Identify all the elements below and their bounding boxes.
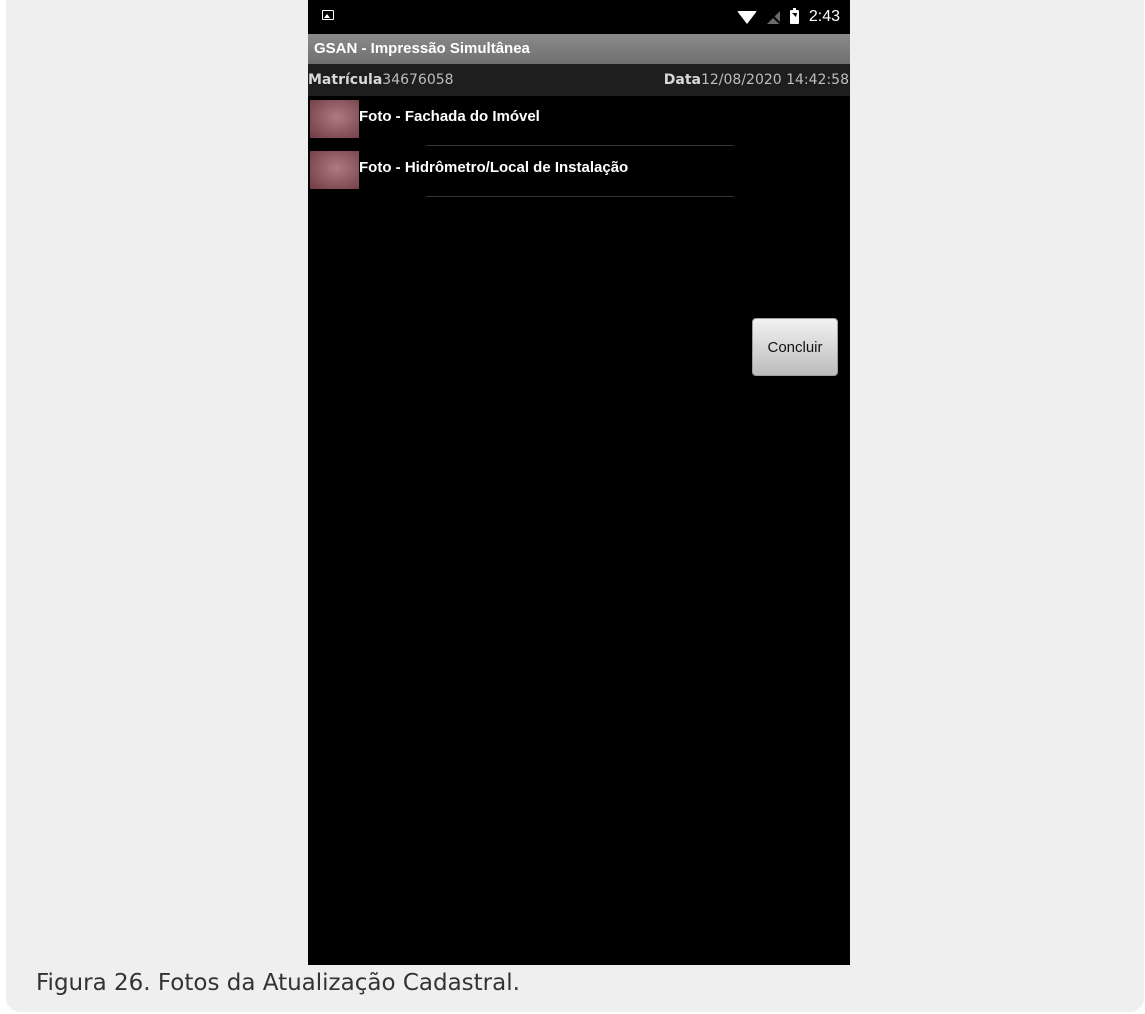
matricula-field: Matrícula34676058: [308, 64, 454, 96]
date-label: Data: [663, 72, 701, 88]
photo-item-label: Foto - Hidrômetro/Local de Instalação: [359, 159, 629, 176]
photo-thumbnail[interactable]: [310, 151, 359, 189]
phone-screen: 2:43 GSAN - Impressão Simultânea Matrícu…: [308, 0, 850, 965]
battery-charging-icon: [789, 8, 799, 24]
conclude-button[interactable]: Concluir: [752, 318, 838, 376]
figure-caption: Figura 26. Fotos da Atualização Cadastra…: [36, 970, 520, 996]
app-title: GSAN - Impressão Simultânea: [308, 34, 850, 64]
matricula-label: Matrícula: [308, 72, 383, 88]
divider: [426, 196, 734, 197]
date-value: 12/08/2020 14:42:58: [700, 72, 849, 88]
photo-item-meter[interactable]: Foto - Hidrômetro/Local de Instalação: [308, 147, 850, 197]
photo-thumbnail[interactable]: [310, 100, 359, 138]
info-bar: Matrícula34676058 Data12/08/2020 14:42:5…: [308, 64, 850, 96]
divider: [426, 145, 734, 146]
gallery-icon: [322, 10, 334, 20]
wifi-icon: [736, 10, 757, 24]
photo-item-facade[interactable]: Foto - Fachada do Imóvel: [308, 96, 850, 146]
status-bar: 2:43: [308, 0, 850, 34]
status-time: 2:43: [808, 8, 840, 25]
no-signal-icon: [766, 10, 780, 24]
matricula-value: 34676058: [382, 72, 454, 88]
photo-item-label: Foto - Fachada do Imóvel: [359, 108, 540, 125]
date-field: Data12/08/2020 14:42:58: [664, 64, 849, 96]
status-icons: 2:43: [736, 6, 840, 28]
